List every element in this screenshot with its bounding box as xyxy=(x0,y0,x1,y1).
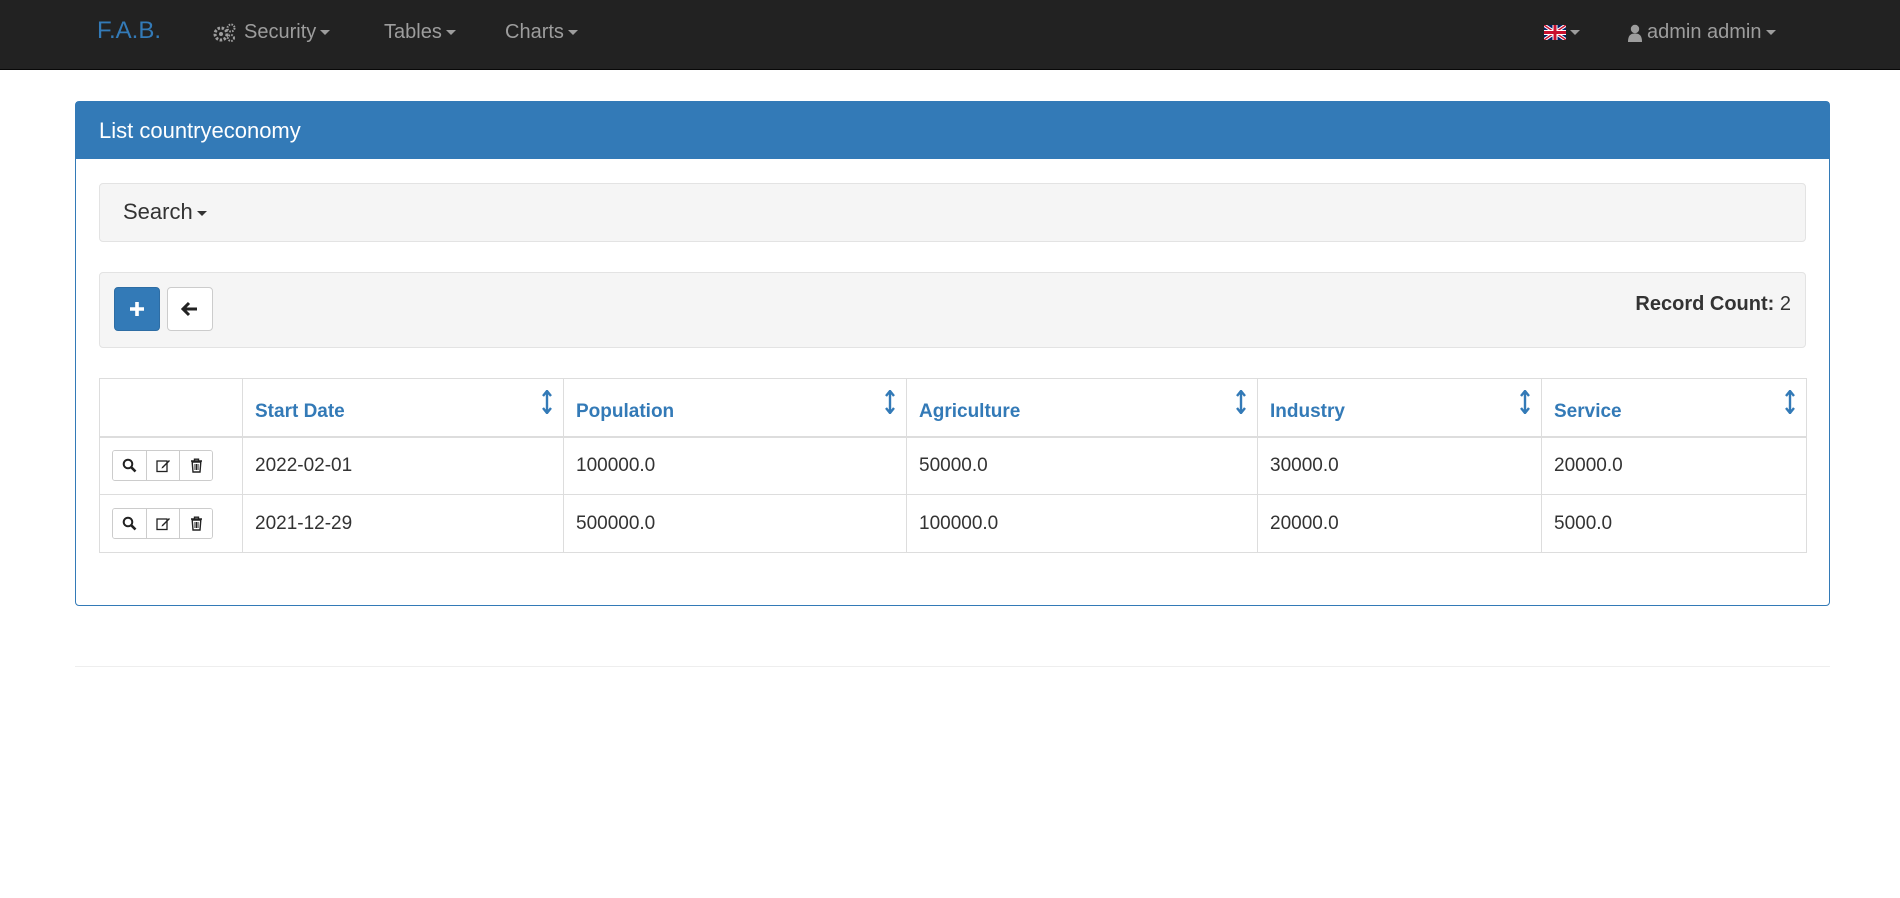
cell-population: 500000.0 xyxy=(563,494,907,553)
record-count-value: 2 xyxy=(1779,293,1791,315)
show-record-button[interactable] xyxy=(113,451,146,481)
language-menu[interactable] xyxy=(1544,19,1580,45)
column-header-industry: Industry xyxy=(1257,378,1542,438)
cell-population: 100000.0 xyxy=(563,436,907,495)
edit-record-button[interactable] xyxy=(146,451,179,481)
column-header-service: Service xyxy=(1541,378,1807,438)
column-header-population: Population xyxy=(563,378,907,438)
sort-icon[interactable] xyxy=(1784,390,1796,414)
search-label: Search xyxy=(123,199,193,224)
uk-flag-icon xyxy=(1544,25,1566,41)
row-actions xyxy=(112,450,213,482)
cell-industry: 20000.0 xyxy=(1257,494,1542,553)
sort-link-agriculture[interactable]: Agriculture xyxy=(919,401,1020,422)
panel-title: List countryeconomy xyxy=(76,102,1829,159)
sort-icon[interactable] xyxy=(541,390,553,414)
sort-link-population[interactable]: Population xyxy=(576,401,674,422)
menu-tables[interactable]: Tables xyxy=(384,19,456,45)
column-header-agriculture: Agriculture xyxy=(906,378,1258,438)
cell-agriculture: 100000.0 xyxy=(906,494,1258,553)
row-actions-cell xyxy=(99,494,243,553)
row-actions-cell xyxy=(99,436,243,495)
top-navbar: F.A.B. Security Tables Charts admin admi… xyxy=(0,0,1900,70)
row-actions xyxy=(112,508,213,539)
actions-header xyxy=(99,378,243,438)
list-panel: List countryeconomy Search Record Count:… xyxy=(75,101,1830,606)
arrow-left-icon xyxy=(181,301,197,317)
menu-charts[interactable]: Charts xyxy=(505,19,578,45)
sort-link-industry[interactable]: Industry xyxy=(1270,401,1345,422)
chevron-down-icon xyxy=(567,30,578,36)
brand-logo[interactable]: F.A.B. xyxy=(97,16,161,46)
cell-service: 5000.0 xyxy=(1541,494,1807,553)
gears-icon xyxy=(213,23,236,42)
search-icon xyxy=(122,458,137,473)
chevron-down-icon xyxy=(320,30,331,36)
column-header-start-date: Start Date xyxy=(242,378,564,438)
chevron-down-icon xyxy=(445,30,456,36)
menu-security[interactable]: Security xyxy=(212,19,331,45)
user-icon xyxy=(1628,24,1642,42)
user-menu-label: admin admin xyxy=(1647,21,1762,43)
cell-agriculture: 50000.0 xyxy=(906,436,1258,495)
search-well: Search xyxy=(99,183,1806,242)
user-menu[interactable]: admin admin xyxy=(1628,19,1776,45)
table-row: 2022-02-01 100000.0 50000.0 30000.0 2000… xyxy=(99,436,1807,495)
table-row: 2021-12-29 500000.0 100000.0 20000.0 500… xyxy=(99,494,1807,553)
menu-tables-label: Tables xyxy=(384,21,442,43)
trash-icon xyxy=(190,458,202,473)
sort-icon[interactable] xyxy=(884,390,896,414)
sort-icon[interactable] xyxy=(1519,390,1531,414)
chevron-down-icon xyxy=(1765,30,1776,36)
search-icon xyxy=(122,516,137,531)
sort-link-start-date[interactable]: Start Date xyxy=(255,401,345,422)
footer-divider xyxy=(75,666,1830,667)
cell-start-date: 2021-12-29 xyxy=(242,494,564,553)
chevron-down-icon xyxy=(1570,30,1580,36)
edit-icon xyxy=(155,518,170,531)
record-count-label: Record Count: xyxy=(1635,293,1775,315)
menu-security-label: Security xyxy=(244,21,317,43)
cell-industry: 30000.0 xyxy=(1257,436,1542,495)
plus-icon xyxy=(130,302,144,316)
show-record-button[interactable] xyxy=(113,509,146,538)
menu-charts-label: Charts xyxy=(505,21,564,43)
search-toggle[interactable]: Search xyxy=(123,198,207,226)
add-button[interactable] xyxy=(114,287,160,331)
delete-record-button[interactable] xyxy=(179,509,212,538)
edit-record-button[interactable] xyxy=(146,509,179,538)
edit-icon xyxy=(155,460,170,473)
back-button[interactable] xyxy=(167,287,213,331)
cell-service: 20000.0 xyxy=(1541,436,1807,495)
actions-well: Record Count: 2 xyxy=(99,272,1806,348)
table-header-row: Start Date Population Agriculture Indust… xyxy=(99,378,1807,438)
sort-link-service[interactable]: Service xyxy=(1554,401,1622,422)
trash-icon xyxy=(190,516,202,531)
delete-record-button[interactable] xyxy=(179,451,212,481)
data-table: Start Date Population Agriculture Indust… xyxy=(99,378,1807,553)
sort-icon[interactable] xyxy=(1235,390,1247,414)
record-count: Record Count: 2 xyxy=(1635,291,1791,317)
cell-start-date: 2022-02-01 xyxy=(242,436,564,495)
chevron-down-icon xyxy=(196,210,207,216)
